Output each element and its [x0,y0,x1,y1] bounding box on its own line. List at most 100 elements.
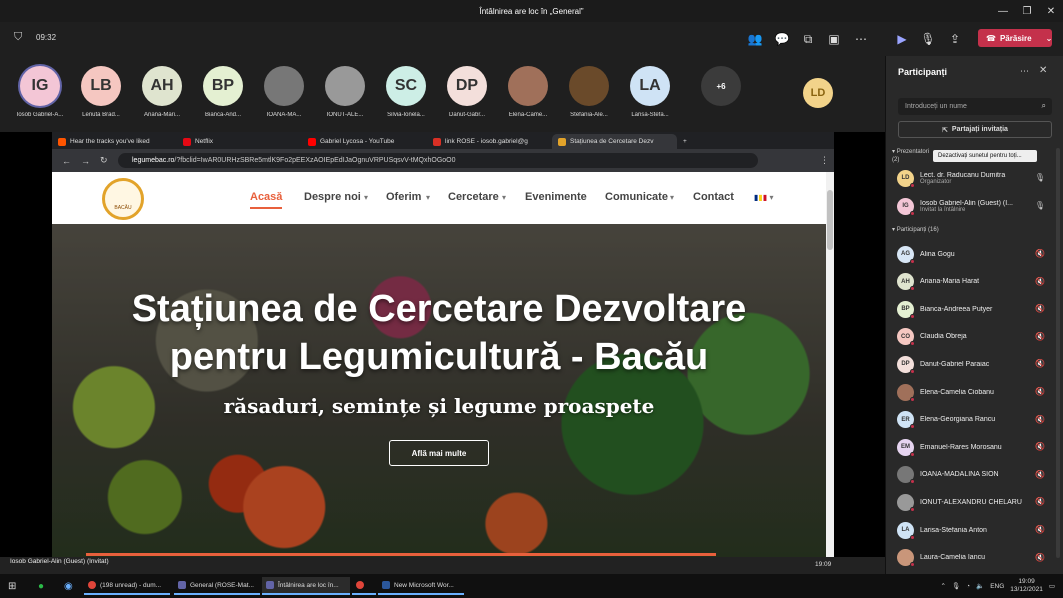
mic-muted-icon[interactable]: 🔇 [1035,553,1045,562]
nav-contact[interactable]: Contact [693,191,734,203]
mic-icon[interactable]: 🎙 [1035,201,1045,210]
mic-muted-icon[interactable]: 🔇 [1035,332,1045,341]
mic-muted-icon[interactable]: 🔇 [1035,415,1045,424]
participant-row[interactable]: AG Alina Gogu 🔇 [897,243,1047,265]
nav-cercetare[interactable]: Cercetare [448,191,499,203]
participant-row[interactable]: ER Elena-Georgiana Rancu 🔇 [897,409,1047,431]
participant-row[interactable]: AH Ariana-Maria Harat 🔇 [897,271,1047,293]
participant-row[interactable]: IOANA-MADALINA SION 🔇 [897,464,1047,486]
browser-tab[interactable]: Stațiunea de Cercetare Dezv [552,134,677,149]
close-panel-icon[interactable]: ✕ [1039,65,1047,76]
taskbar-chrome[interactable] [352,577,376,595]
taskbar-word[interactable]: New Microsoft Wor... [378,577,464,595]
video-tile[interactable]: IOANA-MA... [254,66,314,118]
minimize-button[interactable]: — [991,0,1015,22]
taskbar-teams-general[interactable]: General (ROSE-Mat... [174,577,260,595]
nav-oferim[interactable]: Oferim [386,191,421,203]
participant-row[interactable]: IONUT-ALEXANDRU CHELARU 🔇 [897,491,1047,513]
mic-muted-icon[interactable]: 🔇 [1035,359,1045,368]
video-tile[interactable]: LB Lenuta Brad... [71,66,131,118]
panel-more-icon[interactable]: ⋯ [1020,66,1029,77]
video-tile[interactable]: BP Bianca-And... [193,66,253,118]
participant-row[interactable]: LA Larisa-Stefania Anton 🔇 [897,519,1047,541]
nav-comunicate[interactable]: Comunicate [605,191,668,203]
mic-muted-icon[interactable]: 🔇 [1035,304,1045,313]
participant-search-input[interactable]: Introduceți un nume ⌕ [898,98,1052,115]
nav-despre-noi[interactable]: Despre noi [304,191,361,203]
chat-icon[interactable]: 💬 [773,30,791,48]
forward-icon[interactable]: → [81,156,90,166]
taskbar-teams-meeting[interactable]: Întâlnirea are loc în... [262,577,350,595]
video-tile[interactable]: LA Larisa-Stefa... [620,66,680,118]
network-icon[interactable]: ◔ [966,583,970,590]
more-actions-icon[interactable]: ⋯ [852,30,870,48]
reload-icon[interactable]: ↻ [100,155,108,166]
participant-row[interactable]: IG Iosob Gabriel-Alin (Guest) (I... Invita… [897,195,1047,217]
presenter-clock: 19:09 [815,561,832,568]
presenters-section[interactable]: ▾ Prezentatori (2) [892,148,936,164]
browser-tab[interactable]: link ROSE - iosob.gabriel@g [427,134,552,149]
taskbar-chrome-mail[interactable]: (198 unread) - dum... [84,577,170,595]
chevron-down-icon[interactable]: ⌄ [1046,34,1053,43]
panel-scrollbar[interactable] [1056,148,1060,558]
tab-label: link ROSE - iosob.gabriel@g [445,138,528,145]
language-flag-icon[interactable]: ▮▮▮ ▾ [754,193,773,202]
video-tile[interactable]: IG Iosob Gabriel-A... [10,66,70,118]
browser-tab[interactable]: Netflix [177,134,302,149]
participant-row[interactable]: BP Bianca-Andreea Putyer 🔇 [897,298,1047,320]
browser-tab[interactable]: Hear the tracks you've liked [52,134,177,149]
share-invite-button[interactable]: ⇱ Partajați invitația [898,121,1052,138]
tab-label: Hear the tracks you've liked [70,138,150,145]
participant-row[interactable]: EM Emanuel-Rares Morosanu 🔇 [897,436,1047,458]
chevron-up-icon[interactable]: ⌃ [940,582,945,590]
system-clock[interactable]: 19:09 13/12/2021 [1010,578,1043,594]
mic-muted-icon[interactable]: 🔇 [1035,525,1045,534]
mic-muted-icon[interactable]: 🔇 [1035,442,1045,451]
nav-acasa[interactable]: Acasă [250,191,283,209]
video-tile[interactable]: DP Danut-Gabr... [437,66,497,118]
browser-tab[interactable]: Gabriel Lycosa - YouTube [302,134,427,149]
mic-muted-icon[interactable]: 🔇 [1035,249,1045,258]
browser-menu-icon[interactable]: ⋮ [820,155,829,166]
volume-icon[interactable]: 🔈 [976,582,984,590]
participants-section[interactable]: ▾ Participanți (16) [892,226,939,233]
participant-row[interactable]: Elena-Camelia Ciobanu 🔇 [897,381,1047,403]
microphone-icon[interactable]: 🎙 [919,30,937,48]
share-tray-icon[interactable]: ▣ [825,30,843,48]
video-tile[interactable]: SC Silvia-Ionela... [376,66,436,118]
notifications-icon[interactable]: ▭ [1049,582,1055,590]
mic-muted-icon[interactable]: 🔇 [1035,470,1045,479]
participant-row[interactable]: DP Danut-Gabriel Paraiac 🔇 [897,353,1047,375]
mic-muted-icon[interactable]: 🔇 [1035,387,1045,396]
mic-tray-icon[interactable]: 🎙 [952,582,960,590]
language-indicator[interactable]: ENG [990,583,1004,590]
leave-button[interactable]: ☎ Părăsire ⌄ [978,29,1052,47]
video-tile[interactable]: IONUT-ALE... [315,66,375,118]
maximize-button[interactable]: ❐ [1015,0,1039,22]
mic-muted-icon[interactable]: 🔇 [1035,497,1045,506]
app-icon[interactable]: ◉ [60,577,77,595]
breakout-rooms-icon[interactable]: ⧉ [799,30,817,48]
more-participants-button[interactable]: +6 [691,66,751,106]
close-window-button[interactable]: ✕ [1039,0,1063,22]
nav-evenimente[interactable]: Evenimente [525,191,587,203]
people-icon[interactable]: 👥 [746,30,764,48]
back-icon[interactable]: ← [62,156,71,166]
video-tile[interactable]: Elena-Came... [498,66,558,118]
camera-off-icon[interactable]: ▶ [893,30,911,48]
address-bar[interactable]: legumebac.ro /?fbclid=IwAR0URHzSBRe5mtlK… [118,153,758,168]
start-icon[interactable]: ⊞ [4,577,20,595]
participant-row[interactable]: Laura-Camelia Iancu 🔇 [897,547,1047,569]
mic-icon[interactable]: 🎙 [1035,173,1045,182]
participant-row[interactable]: CO Claudia Obreja 🔇 [897,326,1047,348]
learn-more-button[interactable]: Află mai multe [389,440,489,466]
site-logo[interactable]: BACĂU [102,178,144,220]
share-screen-icon[interactable]: ⇪ [946,30,964,48]
participant-row[interactable]: LD Lect. dr. Raducanu Dumitra Organizator 🎙 [897,167,1047,189]
new-tab-button[interactable]: + [677,134,697,149]
page-scrollbar[interactable] [826,172,834,557]
mic-muted-icon[interactable]: 🔇 [1035,277,1045,286]
xbox-icon[interactable]: ● [34,577,48,595]
video-tile[interactable]: Stefania-Ale... [559,66,619,118]
video-tile[interactable]: AH Ariana-Mari... [132,66,192,118]
